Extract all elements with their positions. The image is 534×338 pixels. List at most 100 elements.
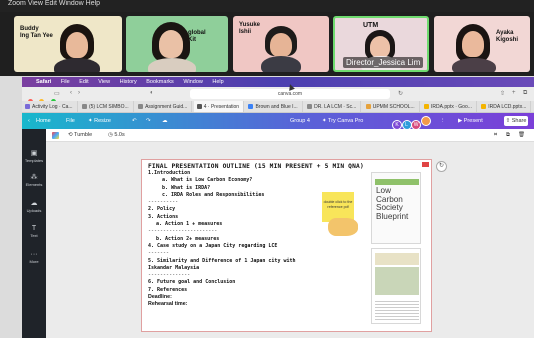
rehearsal-label: Rehearsal time: (148, 301, 188, 308)
screen: Zoom View Edit Window Help Buddy Ing Tan… (0, 0, 534, 338)
avatar[interactable] (420, 116, 431, 126)
browser-tab[interactable]: DR. LA LCM · Sc... (304, 101, 362, 112)
slide-canvas[interactable]: FINAL PRESENTATION OUTLINE (15 MIN PRESE… (141, 159, 432, 332)
browser-tab[interactable]: UPMM SCHOOL... (363, 101, 420, 112)
outline-separator: ------- (148, 250, 170, 257)
pointing-hand-icon (328, 218, 358, 236)
panel-label: Uploads (26, 208, 42, 213)
participant-video (159, 30, 183, 58)
panel-templates[interactable]: ▣ Templates (22, 149, 46, 163)
share-button[interactable]: ⇧ Share (504, 116, 528, 126)
zoom-top-menu: Zoom View Edit Window Help (0, 0, 534, 12)
color-swatch[interactable] (52, 132, 59, 141)
menu-bookmarks[interactable]: Bookmarks (146, 79, 174, 85)
duration-label: 5.0s (114, 132, 125, 138)
cloud-saved-icon: ☁ (162, 118, 168, 124)
menu-history[interactable]: History (120, 79, 137, 85)
sidebar-icon[interactable]: ▭ (54, 90, 60, 97)
participant-name: Ishii (239, 29, 252, 35)
resize-label: Resize (94, 118, 111, 124)
chevron-left-icon[interactable]: ‹ (28, 118, 30, 124)
animate-button[interactable]: ⟲ Tumble (68, 132, 92, 138)
thumbnail-title: Low Carbon Society Blueprint (376, 186, 409, 221)
outline-separator: -------------- (148, 272, 191, 279)
outline-line: b. Action 2+ measures (156, 235, 220, 242)
menu-edit[interactable]: Edit (79, 79, 88, 85)
reload-icon[interactable]: ↻ (398, 90, 403, 97)
shield-icon[interactable]: ◐ (150, 90, 154, 96)
trash-icon[interactable]: 🗑 (518, 132, 525, 138)
menu-window[interactable]: Window (183, 79, 203, 85)
outline-line: a. What is Low Carbon Economy? (162, 177, 253, 184)
tab-favicon (248, 104, 254, 109)
browser-tab[interactable]: Assignment Guid... (135, 101, 193, 112)
thumbnail-text-lines (375, 299, 419, 321)
participant-name: Kigoshi (496, 37, 518, 43)
browser-tab[interactable]: (5) LCM SIMBO... (79, 101, 134, 112)
try-pro-button[interactable]: ✦ Try Canva Pro (322, 118, 363, 124)
browser-tab[interactable]: Brown and Blue I... (245, 101, 303, 112)
participant-tile[interactable]: Ayaka Kigoshi (434, 16, 530, 72)
reference-thumbnail-blueprint[interactable]: Low Carbon Society Blueprint (371, 172, 421, 244)
browser-tab-active[interactable]: 4 · Presentation (193, 101, 245, 112)
panel-label: Text (30, 233, 38, 238)
reference-thumbnail-document[interactable] (371, 248, 421, 324)
panel-text[interactable]: T Text (22, 225, 46, 238)
participant-name: UTM (363, 22, 379, 29)
participant-video (370, 36, 390, 58)
panel-uploads[interactable]: ☁ Uploads (22, 199, 46, 213)
collaborator-avatars: K L W (392, 116, 431, 130)
paint-format-icon[interactable]: ⌗ (494, 132, 497, 139)
try-pro-label: Try Canva Pro (328, 118, 364, 124)
back-icon[interactable]: ‹ (70, 90, 72, 96)
participant-name: Buddy (20, 26, 39, 32)
redo-icon[interactable]: ↷ (146, 118, 151, 124)
canva-toolbar: ‹ Home File ✦ Resize ↶ ↷ ☁ Group 4 ✦ Try… (22, 113, 534, 130)
share-page-icon[interactable]: ⇧ (500, 90, 505, 97)
thumbnail-title-line: Blueprint (376, 211, 409, 221)
crown-icon: ✦ (88, 118, 93, 124)
tab-overview-icon[interactable]: ⧉ (523, 90, 527, 97)
present-button[interactable]: ▶ Present (458, 118, 483, 124)
tab-favicon (365, 104, 371, 109)
browser-tab[interactable]: Activity Log · Ca... (22, 101, 78, 112)
participant-video (66, 32, 88, 58)
tab-label: UPMM SCHOOL... (372, 104, 415, 110)
resize-button[interactable]: ✦ Resize (88, 118, 111, 124)
refresh-icon[interactable]: ↻ (436, 161, 447, 172)
tab-label: IRDA.pptx · Goo... (431, 104, 472, 110)
document-title[interactable]: Group 4 (290, 118, 310, 124)
tab-favicon (196, 104, 202, 109)
home-button[interactable]: Home (36, 118, 51, 124)
menu-help[interactable]: Help (212, 79, 223, 85)
outline-line: 6. Future goal and Conclusion (148, 279, 236, 286)
browser-tab[interactable]: IRDA LCD.pptx... (478, 101, 532, 112)
new-tab-icon[interactable]: + (512, 90, 516, 96)
tab-label: (5) LCM SIMBO... (88, 104, 129, 110)
tab-label: Assignment Guid... (145, 104, 188, 110)
participant-tile[interactable]: global Kit (126, 16, 228, 72)
browser-tab[interactable]: IRDA.pptx · Goo... (421, 101, 477, 112)
menu-file[interactable]: File (61, 79, 70, 85)
menu-view[interactable]: View (98, 79, 110, 85)
panel-elements[interactable]: ⁂ Elements (22, 173, 46, 187)
panel-more[interactable]: ··· More (22, 251, 46, 264)
tab-label: Activity Log · Ca... (32, 104, 73, 110)
tab-label: IRDA LCD.pptx... (488, 104, 527, 110)
analytics-icon[interactable]: ⫶ (442, 118, 443, 125)
undo-icon[interactable]: ↶ (132, 118, 137, 124)
thumbnail-banner (375, 179, 419, 185)
active-speaker-label: Director_Jessica Lim (343, 57, 424, 68)
thumbnail-photo (375, 267, 419, 295)
participant-tile[interactable]: Yusuke Ishii (233, 16, 329, 72)
templates-icon: ▣ (30, 150, 38, 157)
participant-tile[interactable]: Buddy Ing Tan Yee (14, 16, 122, 72)
participant-video (54, 58, 100, 72)
file-menu[interactable]: File (66, 118, 75, 124)
elements-icon: ⁂ (30, 174, 38, 181)
participant-tile-active[interactable]: UTM Director_Jessica Lim (333, 16, 429, 72)
forward-icon[interactable]: › (78, 90, 80, 96)
duplicate-icon[interactable]: ⧉ (506, 132, 510, 139)
duration-button[interactable]: ◷ 5.0s (108, 132, 125, 138)
menu-safari[interactable]: Safari (36, 79, 51, 85)
